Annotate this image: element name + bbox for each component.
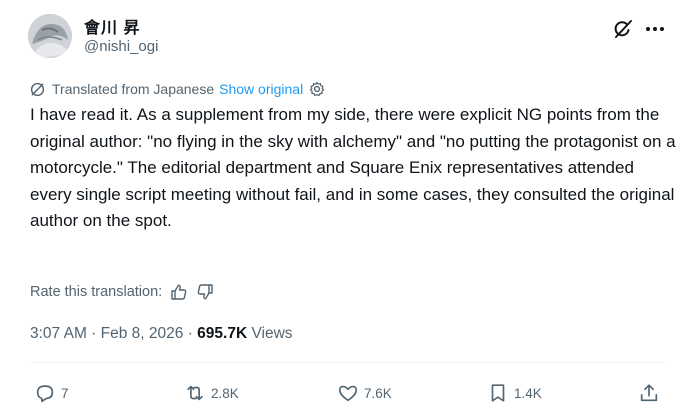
like-count: 7.6K (364, 385, 392, 401)
translation-bar: Translated from Japanese Show original (30, 80, 325, 98)
more-icon[interactable] (644, 18, 666, 40)
reply-button[interactable]: 7 (34, 382, 69, 404)
author-display-name[interactable]: 會川 昇 (84, 14, 140, 38)
tweet-text: I have read it. As a supplement from my … (30, 105, 676, 230)
tweet-time[interactable]: 3:07 AM (30, 325, 87, 342)
share-icon (640, 384, 658, 402)
avatar[interactable] (28, 14, 72, 58)
bookmark-count: 1.4K (514, 385, 542, 401)
meta-separator: · (183, 325, 198, 342)
views-label: Views (247, 325, 293, 342)
action-bar: 7 2.8K 7.6K 1.4K (0, 378, 683, 412)
thumbs-up-icon[interactable] (170, 283, 188, 301)
reply-count: 7 (61, 385, 69, 401)
views-count: 695.7K (197, 325, 248, 342)
bookmark-button[interactable]: 1.4K (487, 382, 542, 404)
bookmark-icon (491, 384, 505, 402)
tweet-meta: 3:07 AM · Feb 8, 2026 · 695.7K Views (30, 325, 293, 343)
rate-translation: Rate this translation: (30, 282, 214, 302)
globe-icon (30, 82, 45, 97)
like-button[interactable]: 7.6K (337, 382, 392, 404)
tweet-date[interactable]: Feb 8, 2026 (101, 325, 184, 342)
repost-button[interactable]: 2.8K (184, 382, 239, 404)
gear-icon[interactable] (309, 81, 325, 97)
divider (30, 362, 667, 363)
repost-count: 2.8K (211, 385, 239, 401)
author-handle[interactable]: @nishi_ogi (84, 38, 158, 55)
show-original-link[interactable]: Show original (219, 81, 303, 97)
share-button[interactable] (638, 382, 665, 404)
repost-icon (187, 385, 203, 401)
like-icon (338, 385, 358, 402)
translation-label: Translated from Japanese (52, 81, 215, 97)
meta-separator: · (86, 325, 101, 342)
reply-icon (36, 385, 54, 403)
rate-label: Rate this translation: (30, 284, 163, 300)
grok-icon[interactable] (612, 18, 634, 40)
thumbs-down-icon[interactable] (196, 283, 214, 301)
